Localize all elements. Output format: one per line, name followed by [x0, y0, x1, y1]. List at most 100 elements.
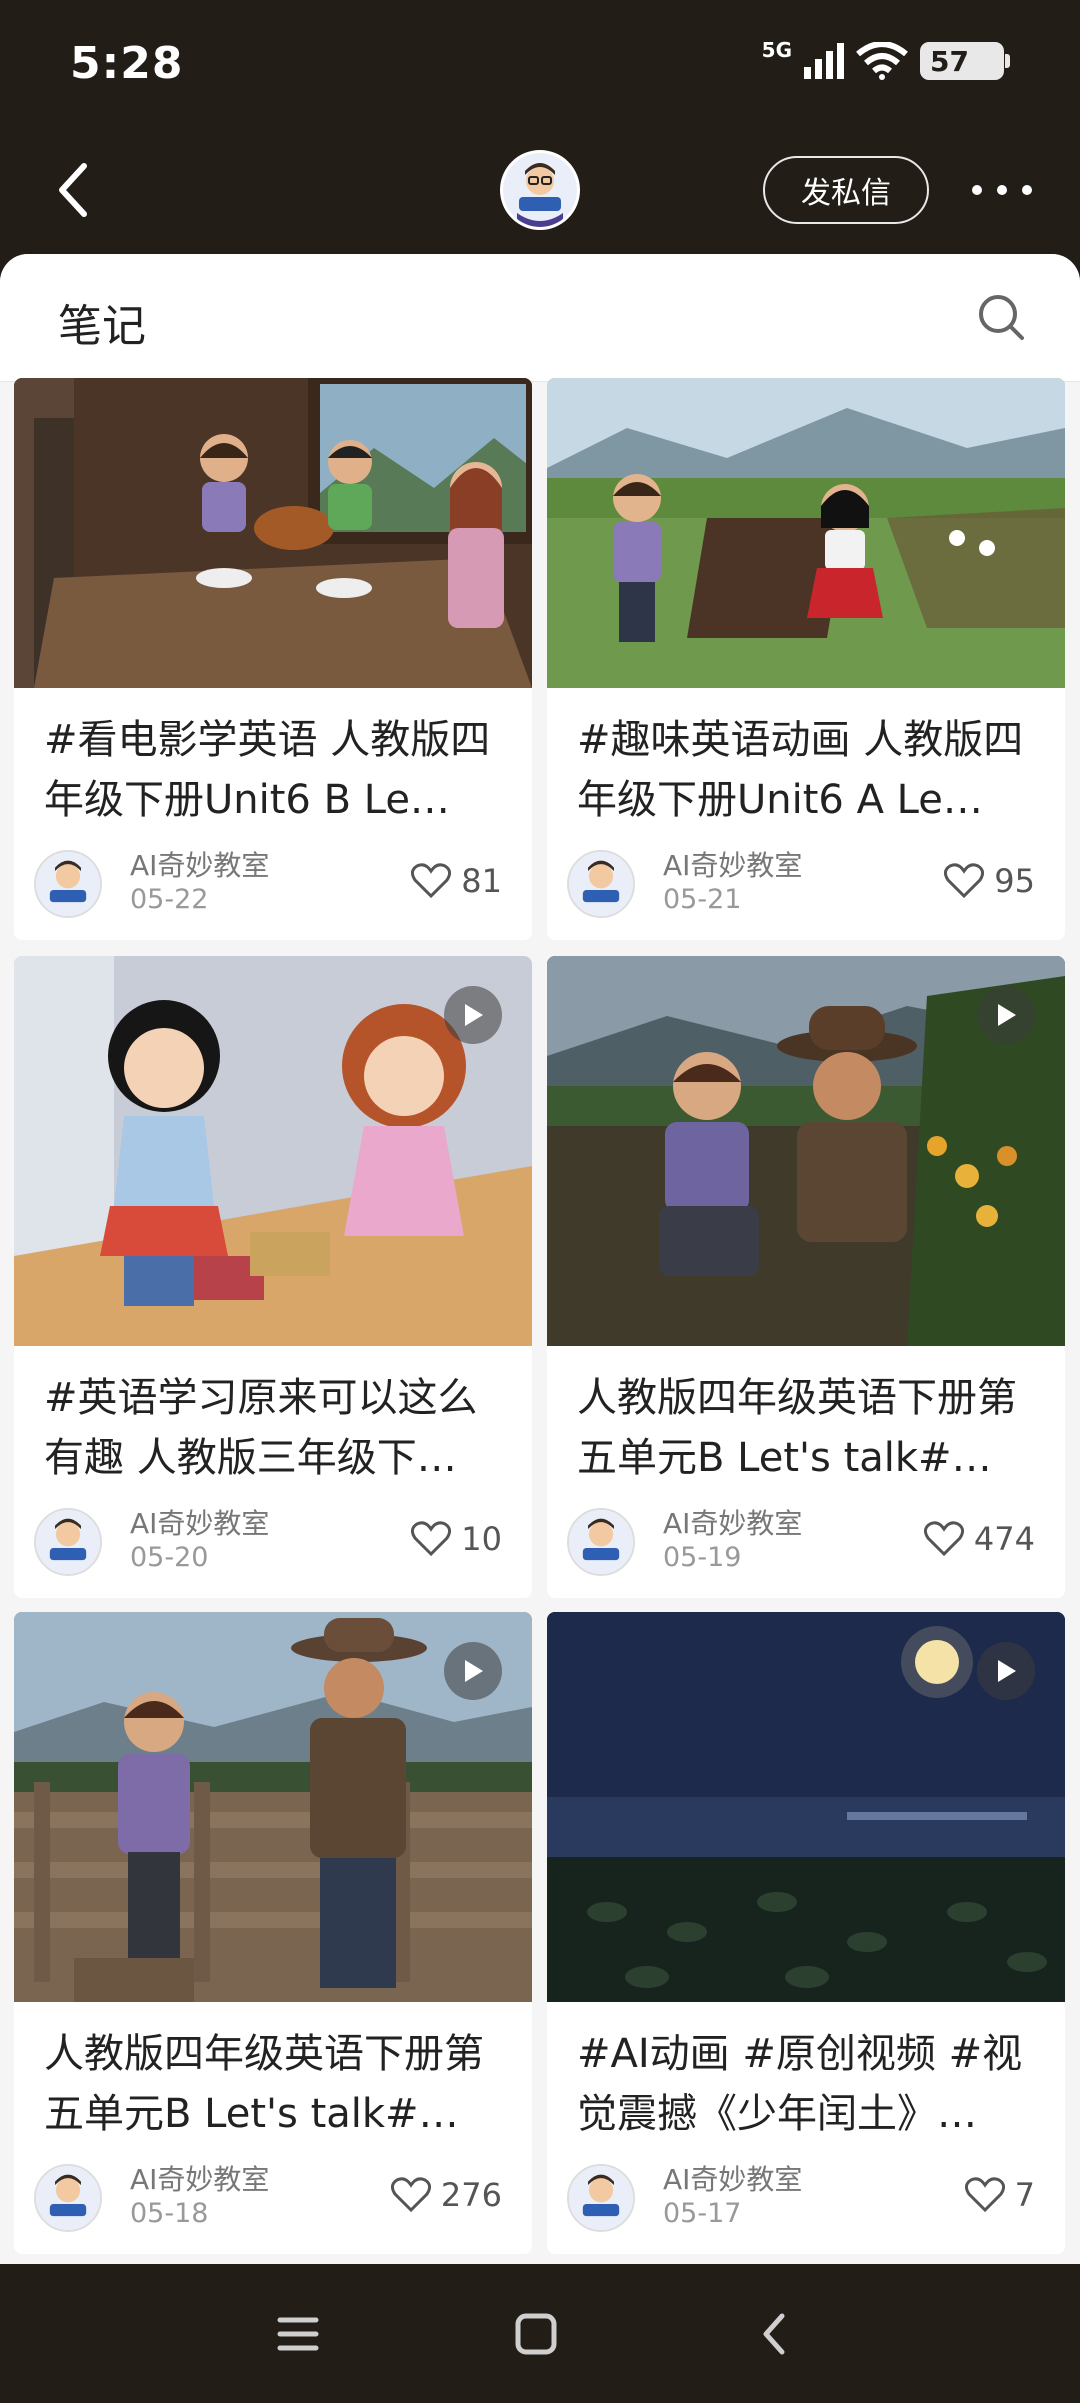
- note-meta: AI奇妙教室 05-19 474: [567, 1502, 1045, 1582]
- profile-top-nav: 发私信: [0, 140, 1080, 260]
- network-label: 5G: [761, 38, 792, 62]
- like-button[interactable]: 81: [411, 862, 502, 900]
- note-meta: AI奇妙教室 05-22 81: [34, 844, 512, 924]
- avatar-image: [36, 852, 100, 916]
- dot-icon: [972, 185, 982, 195]
- video-badge: [444, 1642, 502, 1700]
- wifi-icon: [856, 42, 908, 80]
- dot-icon: [997, 185, 1007, 195]
- author-name: AI奇妙教室: [663, 1507, 803, 1540]
- note-card[interactable]: 人教版四年级英语下册第五单元B Let's talk#… AI奇妙教室 05-1…: [547, 956, 1065, 1598]
- send-message-button[interactable]: 发私信: [763, 156, 929, 224]
- notes-header: 笔记: [0, 254, 1080, 382]
- avatar-image: [36, 2166, 100, 2230]
- heart-icon: [411, 1521, 452, 1557]
- note-thumbnail: [547, 1612, 1065, 2002]
- video-badge: [977, 986, 1035, 1044]
- note-thumbnail: [547, 956, 1065, 1346]
- heart-icon: [944, 863, 985, 899]
- note-title: #看电影学英语 人教版四年级下册Unit6 B Le…: [44, 717, 491, 823]
- video-badge: [444, 986, 502, 1044]
- note-date: 05-19: [663, 1542, 742, 1573]
- search-button[interactable]: [974, 290, 1030, 346]
- play-icon: [465, 1660, 483, 1682]
- note-date: 05-22: [130, 884, 209, 915]
- heart-icon: [390, 2177, 431, 2213]
- profile-avatar[interactable]: [500, 150, 580, 230]
- like-count: 474: [973, 1520, 1035, 1558]
- note-card[interactable]: #AI动画 #原创视频 #视觉震撼《少年闰土》… AI奇妙教室 05-17 7: [547, 1612, 1065, 2254]
- like-count: 81: [461, 862, 502, 900]
- search-icon: [979, 295, 1024, 340]
- chevron-left-icon: [59, 163, 87, 217]
- status-time: 5:28: [70, 38, 184, 89]
- note-title: #英语学习原来可以这么有趣 人教版三年级下…: [44, 1375, 478, 1481]
- like-button[interactable]: 10: [411, 1520, 502, 1558]
- thumbnail-farm-scene: [547, 378, 1065, 688]
- note-card[interactable]: #趣味英语动画 人教版四年级下册Unit6 A Le… AI奇妙教室 05-21…: [547, 378, 1065, 940]
- recent-apps-button[interactable]: [268, 2304, 328, 2364]
- avatar-image: [569, 2166, 633, 2230]
- author-avatar: [567, 2164, 635, 2232]
- home-button[interactable]: [506, 2304, 566, 2364]
- note-meta: AI奇妙教室 05-18 276: [34, 2158, 512, 2238]
- heart-icon: [411, 863, 452, 899]
- video-badge: [977, 1642, 1035, 1700]
- thumbnail-dining-scene: [14, 378, 532, 688]
- system-back-button[interactable]: [746, 2304, 806, 2364]
- note-meta: AI奇妙教室 05-20 10: [34, 1502, 512, 1582]
- note-title: 人教版四年级英语下册第五单元B Let's talk#…: [577, 1375, 1017, 1481]
- play-icon: [998, 1004, 1016, 1026]
- author-name: AI奇妙教室: [130, 2163, 270, 2196]
- note-card[interactable]: 人教版四年级英语下册第五单元B Let's talk#… AI奇妙教室 05-1…: [14, 1612, 532, 2254]
- avatar-image: [36, 1510, 100, 1574]
- author-name: AI奇妙教室: [663, 2163, 803, 2196]
- battery-level: 57: [930, 44, 969, 78]
- note-date: 05-20: [130, 1542, 209, 1573]
- heart-icon: [923, 1521, 964, 1557]
- more-options-button[interactable]: [972, 170, 1032, 210]
- author-avatar: [34, 2164, 102, 2232]
- avatar-image: [569, 1510, 633, 1574]
- author-name: AI奇妙教室: [130, 1507, 270, 1540]
- menu-icon: [277, 2317, 319, 2351]
- like-count: 7: [1014, 2176, 1035, 2214]
- author-avatar: [567, 1508, 635, 1576]
- avatar-image: [569, 852, 633, 916]
- like-button[interactable]: 7: [964, 2176, 1035, 2214]
- status-icons: 5G 57: [762, 38, 1010, 80]
- like-button[interactable]: 276: [390, 2176, 502, 2214]
- author-avatar: [34, 850, 102, 918]
- dot-icon: [1022, 185, 1032, 195]
- heart-icon: [964, 2177, 1005, 2213]
- author-name: AI奇妙教室: [663, 849, 803, 882]
- note-date: 05-17: [663, 2198, 742, 2229]
- note-thumbnail: [14, 956, 532, 1346]
- play-icon: [465, 1004, 483, 1026]
- note-thumbnail: [14, 1612, 532, 2002]
- author-avatar: [567, 850, 635, 918]
- note-meta: AI奇妙教室 05-17 7: [567, 2158, 1045, 2238]
- author-avatar: [34, 1508, 102, 1576]
- like-count: 10: [461, 1520, 502, 1558]
- notes-sheet: 笔记 #看电影学英语 人教版四年级下册Unit6 B Le… AI奇妙教室 05…: [0, 254, 1080, 2264]
- back-button[interactable]: [44, 150, 104, 230]
- like-button[interactable]: 474: [923, 1520, 1035, 1558]
- like-count: 276: [440, 2176, 502, 2214]
- note-card[interactable]: #看电影学英语 人教版四年级下册Unit6 B Le… AI奇妙教室 05-22…: [14, 378, 532, 940]
- note-meta: AI奇妙教室 05-21 95: [567, 844, 1045, 924]
- status-bar: 5:28 5G 57: [0, 0, 1080, 130]
- home-square-icon: [515, 2313, 557, 2355]
- battery-indicator: 57: [920, 42, 1010, 80]
- note-title: #趣味英语动画 人教版四年级下册Unit6 A Le…: [577, 717, 1024, 823]
- notes-tab-title: 笔记: [58, 301, 146, 352]
- note-date: 05-21: [663, 884, 742, 915]
- note-thumbnail: [547, 378, 1065, 688]
- signal-icon: [804, 43, 844, 79]
- play-icon: [998, 1660, 1016, 1682]
- note-card[interactable]: #英语学习原来可以这么有趣 人教版三年级下… AI奇妙教室 05-20 10: [14, 956, 532, 1598]
- note-title: #AI动画 #原创视频 #视觉震撼《少年闰土》…: [577, 2031, 1023, 2137]
- like-button[interactable]: 95: [944, 862, 1035, 900]
- avatar-image: [503, 153, 577, 227]
- author-name: AI奇妙教室: [130, 849, 270, 882]
